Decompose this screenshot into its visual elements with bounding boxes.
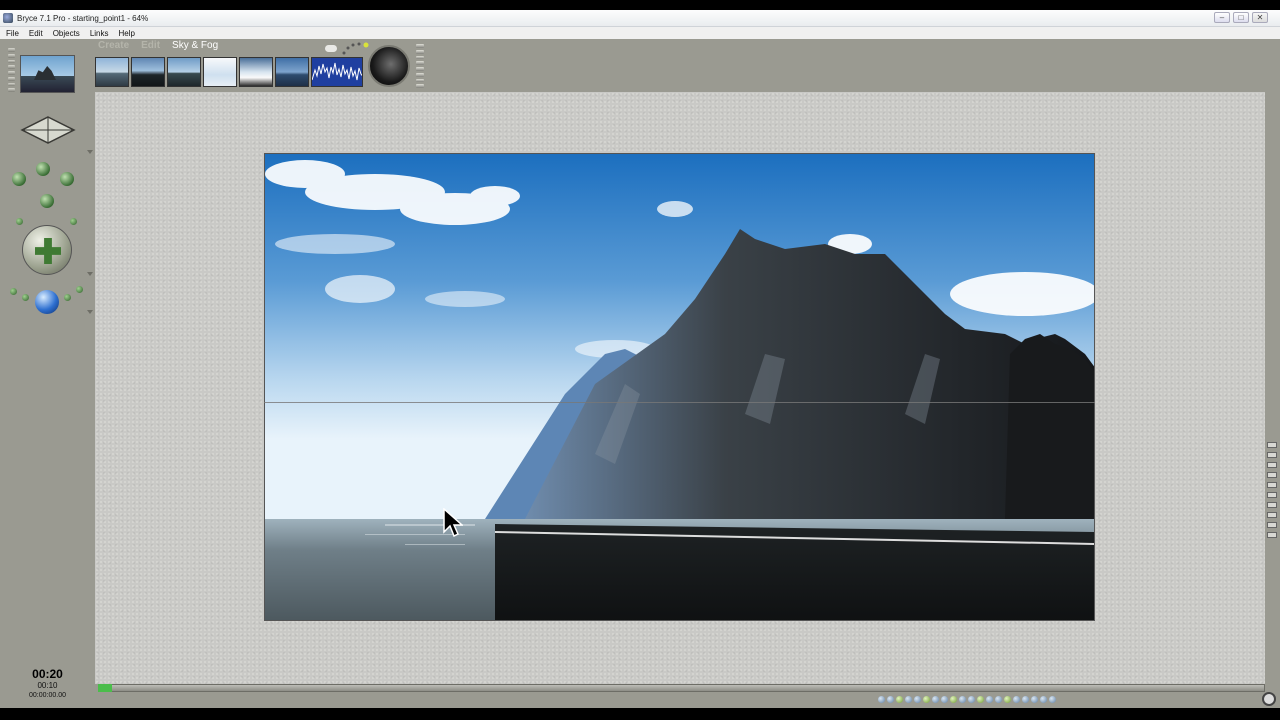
menu-file[interactable]: File — [6, 29, 19, 38]
sky-preset-2[interactable] — [131, 57, 165, 87]
anim-control-11[interactable] — [968, 695, 975, 703]
right-indicator-lights[interactable] — [416, 44, 424, 88]
sun-sphere-icon[interactable] — [368, 45, 410, 87]
move-cross-icon — [35, 238, 61, 264]
palette-tabs: Create Edit Sky & Fog — [98, 40, 218, 52]
title-bar: Bryce 7.1 Pro - starting_point1 - 64% – … — [0, 10, 1280, 27]
rendered-scene — [265, 154, 1094, 620]
left-indicator-lights[interactable] — [8, 48, 15, 92]
menu-objects[interactable]: Objects — [53, 29, 80, 38]
right-strip-icons — [1267, 442, 1278, 538]
camera-cross-icon[interactable] — [20, 115, 76, 145]
anim-control-6[interactable] — [923, 695, 930, 703]
menu-help[interactable]: Help — [119, 29, 135, 38]
trackball-top-ball[interactable] — [36, 162, 50, 176]
render-viewport[interactable] — [264, 153, 1095, 621]
anim-control-14[interactable] — [995, 695, 1002, 703]
camera-move-icon[interactable] — [22, 225, 72, 275]
anim-control-5[interactable] — [914, 695, 921, 703]
cloud-icon[interactable] — [325, 45, 337, 52]
sky-preset-6[interactable] — [275, 57, 309, 87]
letterbox-bottom — [0, 708, 1280, 720]
time-display: 00:20 00:10 00:00:00.00 — [0, 668, 95, 701]
maximize-button[interactable]: □ — [1233, 12, 1249, 23]
strip-icon-5[interactable] — [1267, 482, 1277, 488]
anim-control-15[interactable] — [1004, 695, 1011, 703]
window-controls: – □ ✕ — [1214, 12, 1268, 23]
window-title: Bryce 7.1 Pro - starting_point1 - 64% — [17, 13, 149, 23]
anim-control-10[interactable] — [959, 695, 966, 703]
anim-control-20[interactable] — [1049, 695, 1056, 703]
tab-edit[interactable]: Edit — [141, 40, 160, 52]
anim-control-8[interactable] — [941, 695, 948, 703]
timeline-scrubber[interactable] — [98, 684, 112, 692]
anim-control-13[interactable] — [986, 695, 993, 703]
anim-control-18[interactable] — [1031, 695, 1038, 703]
strip-icon-10[interactable] — [1267, 532, 1277, 538]
sky-preset-1[interactable] — [95, 57, 129, 87]
anim-control-9[interactable] — [950, 695, 957, 703]
close-button[interactable]: ✕ — [1252, 12, 1268, 23]
sky-preset-3[interactable] — [167, 57, 201, 87]
trackball-icon[interactable] — [8, 160, 86, 220]
zoom-dot-1[interactable] — [10, 288, 17, 295]
options-gear-icon[interactable] — [1262, 692, 1276, 706]
pan-right-dot[interactable] — [70, 218, 77, 225]
sky-preset-4[interactable] — [203, 57, 237, 87]
horizon-line — [264, 402, 1095, 403]
zoom-dot-3[interactable] — [64, 294, 71, 301]
tab-create[interactable]: Create — [98, 40, 129, 52]
right-tool-strip — [1265, 92, 1280, 708]
sphere-options-chevron-down-icon[interactable] — [87, 310, 93, 314]
histogram-icon[interactable] — [311, 57, 363, 87]
anim-control-17[interactable] — [1022, 695, 1029, 703]
tab-sky-fog[interactable]: Sky & Fog — [172, 40, 218, 52]
anim-control-19[interactable] — [1040, 695, 1047, 703]
anim-control-3[interactable] — [896, 695, 903, 703]
sky-preset-5[interactable] — [239, 57, 273, 87]
menu-bar: File Edit Objects Links Help — [0, 27, 1280, 39]
mouse-cursor-icon — [443, 508, 463, 538]
app-icon — [3, 13, 13, 23]
trackball-left-ball[interactable] — [12, 172, 26, 186]
time-timecode: 00:00:00.00 — [29, 692, 66, 699]
time-current: 00:20 — [32, 667, 63, 681]
strip-icon-4[interactable] — [1267, 472, 1277, 478]
zoom-dot-4[interactable] — [76, 286, 83, 293]
trackball-right-ball[interactable] — [60, 172, 74, 186]
anim-control-12[interactable] — [977, 695, 984, 703]
blue-sphere-icon[interactable] — [35, 290, 59, 314]
letterbox-top — [0, 0, 1280, 10]
strip-icon-1[interactable] — [1267, 442, 1277, 448]
sun-arc-icon[interactable] — [341, 41, 369, 55]
camera-options-chevron-down-icon[interactable] — [87, 150, 93, 154]
strip-icon-7[interactable] — [1267, 502, 1277, 508]
strip-icon-9[interactable] — [1267, 522, 1277, 528]
zoom-dot-2[interactable] — [22, 294, 29, 301]
animation-timeline[interactable] — [98, 684, 1265, 692]
pan-left-dot[interactable] — [16, 218, 23, 225]
strip-icon-3[interactable] — [1267, 462, 1277, 468]
strip-icon-2[interactable] — [1267, 452, 1277, 458]
anim-control-2[interactable] — [887, 695, 894, 703]
animation-controls — [878, 693, 1248, 705]
strip-icon-6[interactable] — [1267, 492, 1277, 498]
menu-edit[interactable]: Edit — [29, 29, 43, 38]
time-frame: 00:10 — [37, 681, 58, 690]
anim-control-4[interactable] — [905, 695, 912, 703]
move-options-chevron-down-icon[interactable] — [87, 272, 93, 276]
menu-links[interactable]: Links — [90, 29, 109, 38]
anim-control-7[interactable] — [932, 695, 939, 703]
anim-control-16[interactable] — [1013, 695, 1020, 703]
minimize-button[interactable]: – — [1214, 12, 1230, 23]
trackball-center-ball[interactable] — [40, 194, 54, 208]
strip-icon-8[interactable] — [1267, 512, 1277, 518]
anim-control-1[interactable] — [878, 695, 885, 703]
sky-preset-row — [95, 57, 363, 87]
